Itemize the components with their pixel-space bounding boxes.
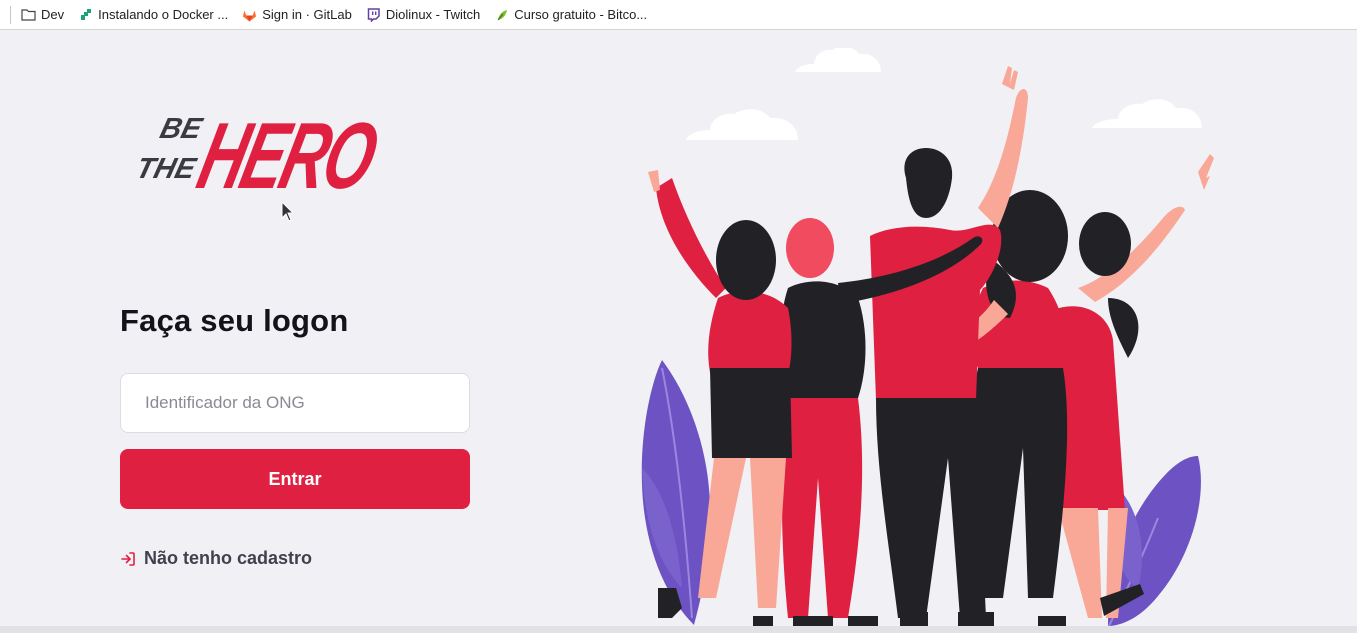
folder-icon xyxy=(21,7,36,22)
login-button[interactable]: Entrar xyxy=(120,449,470,509)
bookmark-label: Diolinux - Twitch xyxy=(385,7,481,22)
logo-text-hero: HERO xyxy=(189,104,378,204)
bookmark-label: Dev xyxy=(41,7,65,22)
bookmark-label: Curso gratuito - Bitco... xyxy=(514,7,648,22)
bookmark-dev[interactable]: Dev xyxy=(21,7,64,22)
gitlab-icon xyxy=(242,7,257,22)
bottom-strip xyxy=(0,626,1357,633)
bookmark-bitcoin-course[interactable]: Curso gratuito - Bitco... xyxy=(494,7,647,22)
page-title: Faça seu logon xyxy=(120,303,349,338)
ong-id-input[interactable] xyxy=(120,373,470,433)
bookmarks-bar: Dev Instalando o Docker ... Sign in · Gi… xyxy=(0,0,1357,30)
logo-text-be: BE xyxy=(157,112,207,144)
logo-text-the: THE xyxy=(133,152,200,184)
docs-site-icon xyxy=(78,7,93,22)
bookmark-label: Instalando o Docker ... xyxy=(98,7,229,22)
course-site-icon xyxy=(494,7,509,22)
be-the-hero-logo: BE THE HERO xyxy=(118,92,387,209)
clouds xyxy=(686,46,1202,140)
register-link-label: Não tenho cadastro xyxy=(144,548,313,568)
mouse-cursor xyxy=(281,200,295,228)
register-link[interactable]: Não tenho cadastro xyxy=(120,548,312,569)
heroes-illustration xyxy=(638,46,1248,633)
bookmark-docker[interactable]: Instalando o Docker ... xyxy=(78,7,228,22)
logon-page: BE THE HERO Faça seu logon Entrar Não te… xyxy=(0,30,1357,629)
bookmark-label: Sign in · GitLab xyxy=(262,7,352,22)
log-in-icon xyxy=(120,551,136,567)
bookmark-twitch[interactable]: Diolinux - Twitch xyxy=(366,7,480,22)
bookmarks-separator xyxy=(10,5,11,24)
twitch-icon xyxy=(366,7,381,22)
bookmark-gitlab[interactable]: Sign in · GitLab xyxy=(242,7,352,22)
